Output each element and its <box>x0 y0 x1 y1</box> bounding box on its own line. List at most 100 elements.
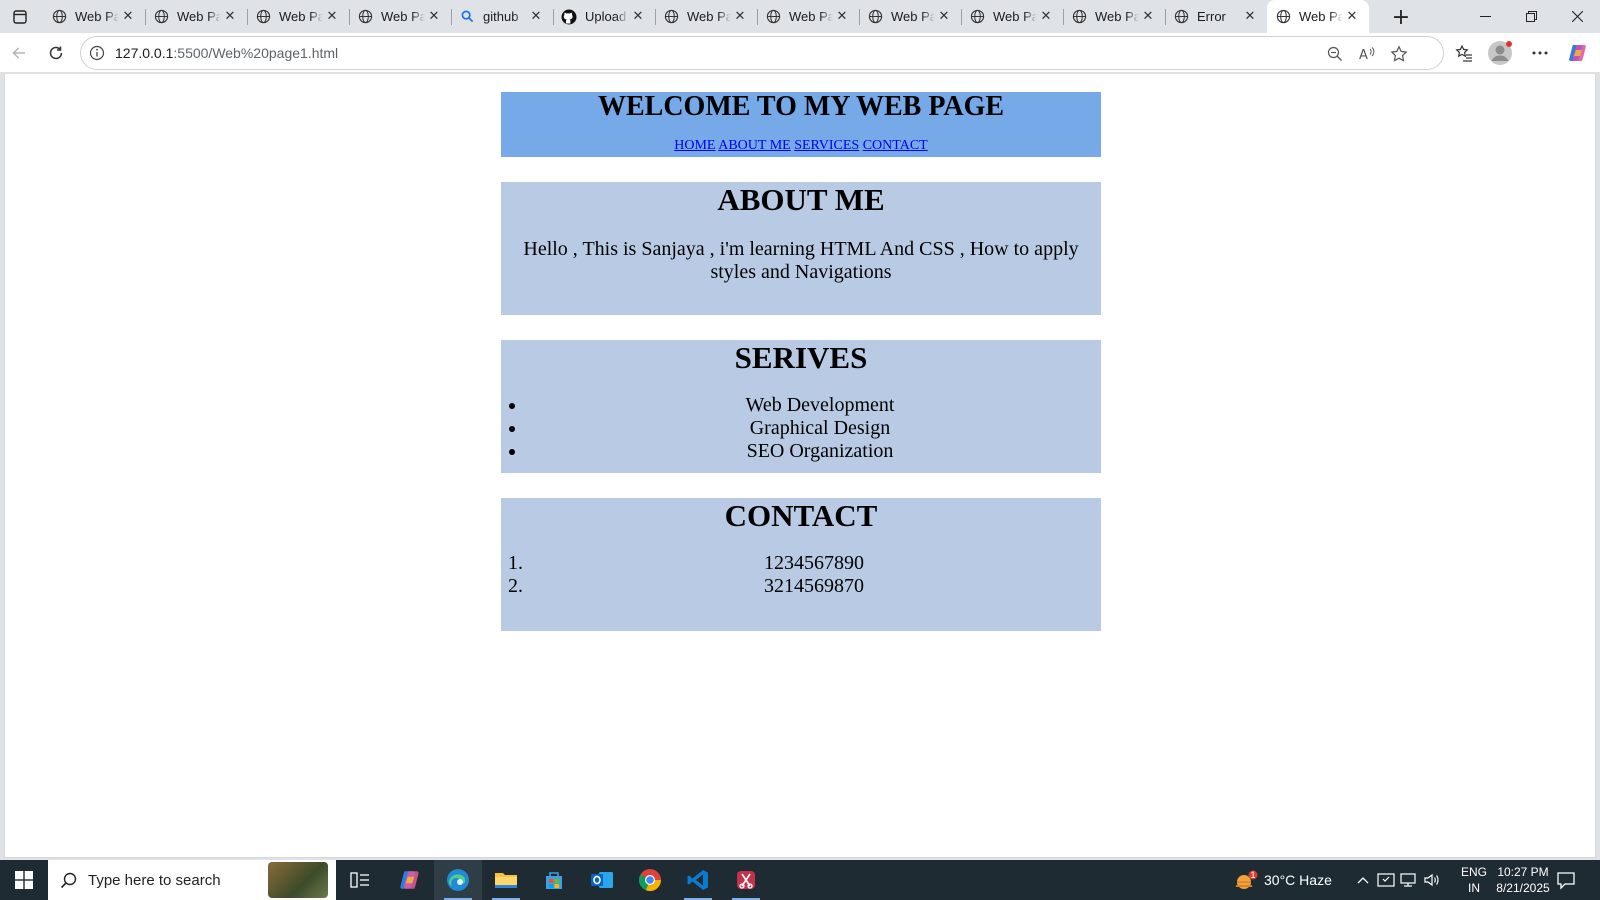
browser-toolbar: 127.0.0.1:5500/Web%20page1.html A <box>0 33 1600 73</box>
close-tab-icon[interactable]: ✕ <box>427 8 441 23</box>
microsoft-store-icon[interactable] <box>530 860 578 900</box>
globe-icon <box>867 9 883 25</box>
close-tab-icon[interactable]: ✕ <box>733 8 747 23</box>
page-title: WELCOME TO MY WEB PAGE <box>597 91 1005 122</box>
close-tab-icon[interactable]: ✕ <box>529 8 543 23</box>
tab[interactable]: Web Page ✕ <box>145 0 247 33</box>
info-icon[interactable] <box>89 45 105 66</box>
page-viewport: WELCOME TO MY WEB PAGE HOME ABOUT ME SER… <box>4 74 1596 858</box>
services-heading: SERIVES <box>734 340 868 375</box>
contact-section: CONTACT 1234567890 3214569870 <box>501 498 1101 631</box>
taskbar: Type here to search 1 30°C Haze ENG IN 1… <box>0 860 1600 900</box>
weather-text[interactable]: 30°C Haze <box>1264 872 1332 888</box>
minimize-button[interactable] <box>1462 0 1508 33</box>
list-item: 1234567890 <box>501 552 1101 575</box>
url-host: 127.0.0.1 <box>115 45 174 61</box>
favorites-icon[interactable] <box>1450 39 1478 67</box>
tab[interactable]: Web Page ✕ <box>43 0 145 33</box>
read-aloud-icon[interactable]: A <box>1353 40 1381 68</box>
web-page: WELCOME TO MY WEB PAGE HOME ABOUT ME SER… <box>501 92 1101 656</box>
outlook-icon[interactable] <box>578 860 626 900</box>
chevron-up-icon[interactable] <box>1354 871 1372 889</box>
edge-browser-icon[interactable] <box>434 860 482 900</box>
clock[interactable]: 10:27 PM 8/21/2025 <box>1486 864 1560 896</box>
close-tab-icon[interactable]: ✕ <box>835 8 849 23</box>
globe-icon <box>1173 9 1189 25</box>
notifications-icon[interactable] <box>1556 870 1576 895</box>
close-tab-icon[interactable]: ✕ <box>223 8 237 23</box>
globe-icon <box>357 9 373 25</box>
weather-alert-badge: 1 <box>1250 870 1256 880</box>
task-view-icon[interactable] <box>336 860 384 900</box>
tab[interactable]: github ✕ <box>451 0 553 33</box>
list-item: Graphical Design <box>527 417 1101 440</box>
vscode-icon[interactable] <box>674 860 722 900</box>
close-tab-icon[interactable]: ✕ <box>121 8 135 23</box>
clock-date: 8/21/2025 <box>1496 881 1550 895</box>
tab[interactable]: Web Page ✕ <box>349 0 451 33</box>
tab[interactable]: Web Page ✕ <box>757 0 859 33</box>
profile-avatar-icon[interactable] <box>1486 39 1514 67</box>
windows-start-icon[interactable] <box>0 860 48 900</box>
list-item: Web Development <box>527 394 1101 417</box>
tab[interactable]: Upload ✕ <box>553 0 655 33</box>
tab[interactable]: Web Page ✕ <box>1063 0 1165 33</box>
nav-link-services[interactable]: SERVICES <box>794 138 859 153</box>
close-window-button[interactable] <box>1554 0 1600 33</box>
refresh-icon[interactable] <box>42 39 70 67</box>
search-highlight-image[interactable] <box>268 862 328 898</box>
globe-icon <box>1071 9 1087 25</box>
screen: Web Page ✕ Web Page ✕ Web Page ✕ Web Pag… <box>0 0 1600 900</box>
close-tab-icon[interactable]: ✕ <box>1243 8 1257 23</box>
globe-icon <box>969 9 985 25</box>
back-icon[interactable] <box>5 39 33 67</box>
tab-label: Web Page <box>279 9 323 24</box>
globe-icon <box>153 9 169 25</box>
tab-list: Web Page ✕ Web Page ✕ Web Page ✕ Web Pag… <box>43 0 1369 33</box>
close-tab-icon[interactable]: ✕ <box>1039 8 1053 23</box>
file-explorer-icon[interactable] <box>482 860 530 900</box>
copilot-icon[interactable] <box>1564 39 1592 67</box>
github-icon <box>561 9 577 25</box>
tab-label: Web Page <box>75 9 119 24</box>
tab[interactable]: Web Page ✕ <box>655 0 757 33</box>
contact-number: 1234567890 <box>764 552 864 574</box>
globe-icon <box>51 9 67 25</box>
favorite-star-icon[interactable] <box>1385 40 1413 68</box>
volume-icon[interactable] <box>1423 871 1441 889</box>
new-tab-button[interactable]: + <box>1388 4 1414 30</box>
nav-link-home[interactable]: HOME <box>674 138 715 153</box>
tab[interactable]: Error ✕ <box>1165 0 1267 33</box>
nav-links: HOME ABOUT ME SERVICES CONTACT <box>501 138 1101 154</box>
restore-button[interactable] <box>1508 0 1554 33</box>
zoom-out-icon[interactable] <box>1321 40 1349 68</box>
contact-heading: CONTACT <box>724 498 878 533</box>
close-tab-icon[interactable]: ✕ <box>1345 8 1359 23</box>
nav-link-contact[interactable]: CONTACT <box>863 138 928 153</box>
snipping-tool-icon[interactable] <box>722 860 770 900</box>
nav-link-about-me[interactable]: ABOUT ME <box>718 138 790 153</box>
clock-time: 10:27 PM <box>1497 865 1549 879</box>
tab[interactable]: Web Page ✕ <box>859 0 961 33</box>
tab-active[interactable]: Web Page ✕ <box>1267 0 1369 33</box>
tab-actions-icon[interactable] <box>8 5 32 29</box>
close-tab-icon[interactable]: ✕ <box>937 8 951 23</box>
list-item: SEO Organization <box>527 440 1101 463</box>
globe-icon <box>663 9 679 25</box>
more-menu-icon[interactable] <box>1526 39 1554 67</box>
chrome-icon[interactable] <box>626 860 674 900</box>
network-icon[interactable] <box>1400 871 1418 889</box>
tab[interactable]: Web Page ✕ <box>247 0 349 33</box>
tab[interactable]: Web Page ✕ <box>961 0 1063 33</box>
close-tab-icon[interactable]: ✕ <box>325 8 339 23</box>
list-item: 3214569870 <box>501 575 1101 598</box>
address-bar[interactable]: 127.0.0.1:5500/Web%20page1.html A <box>80 36 1444 70</box>
close-tab-icon[interactable]: ✕ <box>631 8 645 23</box>
search-icon <box>60 872 77 894</box>
close-tab-icon[interactable]: ✕ <box>1141 8 1155 23</box>
taskbar-search-input[interactable]: Type here to search <box>48 860 336 900</box>
about-text: Hello , This is Sanjaya , i'm learning H… <box>523 238 1079 283</box>
tab-label: Web Page <box>891 9 935 24</box>
copilot-app-icon[interactable] <box>386 860 434 900</box>
defender-icon[interactable] <box>1377 871 1395 889</box>
